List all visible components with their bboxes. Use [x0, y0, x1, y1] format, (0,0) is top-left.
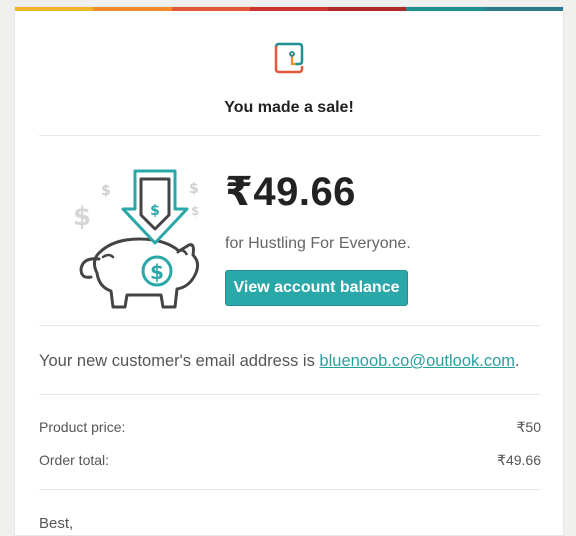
email-suffix: .	[515, 352, 520, 370]
summary-value: ₹49.66	[497, 452, 541, 468]
stripe-segment	[249, 7, 329, 11]
customer-email-line: Your new customer's email address is blu…	[39, 352, 520, 371]
summary-label: Product price:	[39, 419, 126, 435]
divider	[39, 489, 541, 490]
svg-text:$: $	[150, 203, 160, 219]
svg-text:$: $	[150, 260, 164, 284]
closing-text: Best,	[39, 515, 74, 532]
headline: You made a sale!	[224, 99, 354, 116]
svg-text:$: $	[73, 202, 91, 232]
gumroad-logo-icon	[274, 42, 304, 74]
piggy-bank-deposit-icon: $ $ $ $ $ $	[73, 169, 199, 309]
summary-row-order-total: Order total: ₹49.66	[39, 452, 541, 469]
divider	[39, 394, 541, 395]
svg-text:$: $	[101, 183, 111, 199]
email-card: You made a sale! $ $ $ $ $ $ ₹49.66 for …	[14, 6, 564, 536]
view-account-balance-button[interactable]: View account balance	[225, 270, 408, 306]
svg-text:$: $	[189, 181, 199, 197]
summary-row-product-price: Product price: ₹50	[39, 419, 541, 436]
stripe-segment	[328, 7, 407, 11]
stripe-segment	[15, 7, 94, 11]
summary-value: ₹50	[516, 419, 541, 435]
summary-label: Order total:	[39, 452, 110, 468]
stripe-segment	[171, 7, 250, 11]
divider	[39, 135, 541, 136]
svg-text:$: $	[191, 204, 199, 218]
product-for-text: for Hustling For Everyone.	[225, 235, 411, 252]
stripe-segment	[406, 7, 485, 11]
sale-amount: ₹49.66	[225, 170, 356, 214]
brand-stripe	[15, 7, 563, 11]
email-prefix: Your new customer's email address is	[39, 352, 320, 370]
stripe-segment	[484, 7, 563, 11]
divider	[39, 325, 541, 326]
stripe-segment	[93, 7, 172, 11]
customer-email-link[interactable]: bluenoob.co@outlook.com	[319, 352, 515, 370]
